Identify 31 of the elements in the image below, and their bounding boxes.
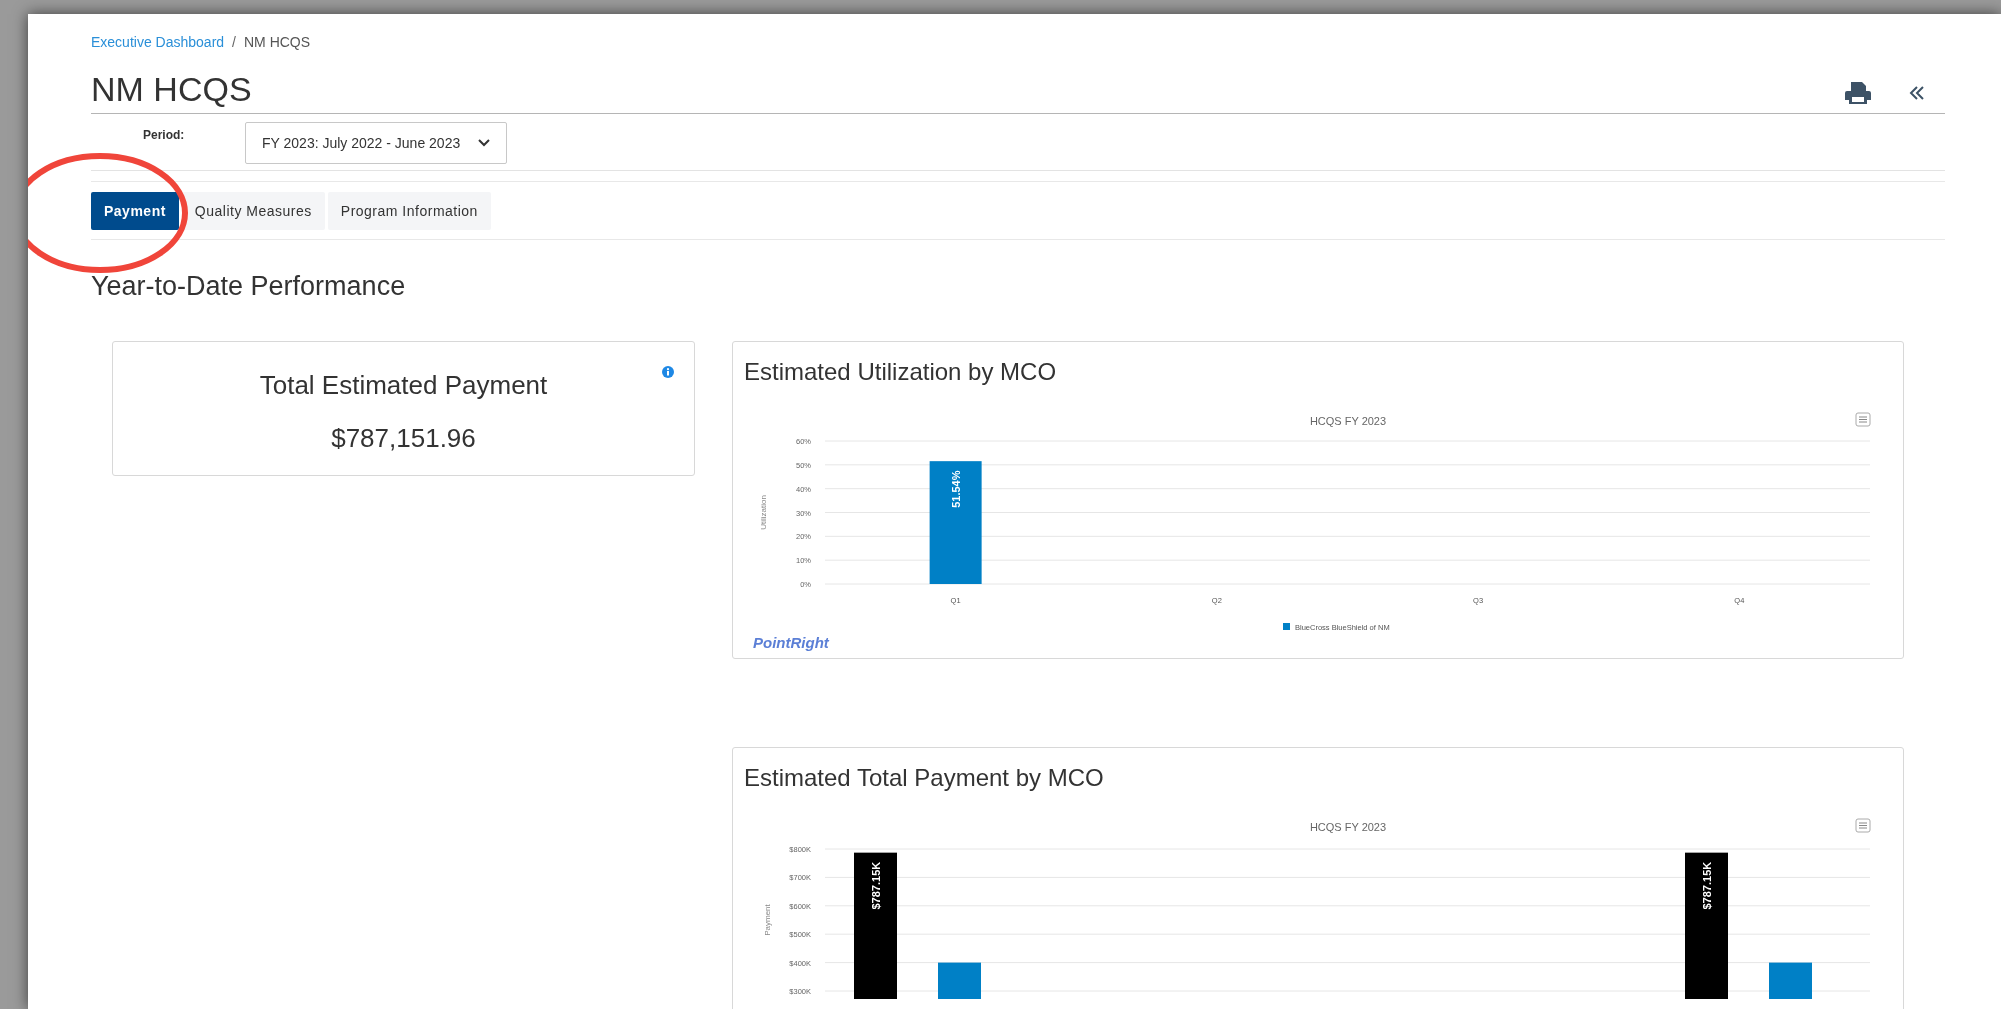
bar — [1769, 962, 1812, 999]
data-label: 51.54% — [949, 470, 962, 508]
card-title: Total Estimated Payment — [259, 368, 548, 402]
brand-logo: PointRight — [753, 633, 829, 651]
print-icon[interactable] — [1845, 81, 1871, 105]
bar — [938, 962, 981, 999]
axis-title: Utilization — [759, 494, 768, 530]
chart-title: Estimated Total Payment by MCO — [743, 762, 1105, 793]
data-label: $787.15K — [869, 861, 882, 909]
chart-title: Estimated Utilization by MCO — [743, 356, 1058, 387]
data-label: $787.15K — [1700, 861, 1713, 909]
breadcrumb-current: NM HCQS — [243, 33, 311, 52]
info-icon[interactable] — [662, 365, 674, 378]
legend-swatch — [1283, 622, 1290, 630]
menu-icon[interactable] — [1855, 818, 1871, 832]
card-value: $787,151.96 — [331, 421, 476, 455]
chart-subtitle: HCQS FY 2023 — [1309, 820, 1387, 833]
tab[interactable]: Quality Measures — [181, 192, 325, 230]
breadcrumb-link[interactable]: Executive Dashboard — [91, 32, 225, 53]
period-label: Period: — [142, 127, 186, 144]
breadcrumb-separator: / — [232, 33, 236, 52]
chevron-icon — [478, 139, 490, 147]
menu-icon[interactable] — [1855, 412, 1871, 426]
tab[interactable]: Program Information — [327, 192, 491, 230]
page-title: NM HCQS — [91, 69, 252, 110]
period-select[interactable]: FY 2023: July 2022 - June 2023 — [245, 122, 507, 164]
chart-subtitle: HCQS FY 2023 — [1309, 414, 1387, 427]
axis-title: Payment — [763, 903, 772, 936]
section-title: Year-to-Date Performance — [91, 270, 407, 303]
tab[interactable]: Payment — [91, 192, 179, 230]
collapse-icon[interactable] — [1909, 85, 1925, 101]
